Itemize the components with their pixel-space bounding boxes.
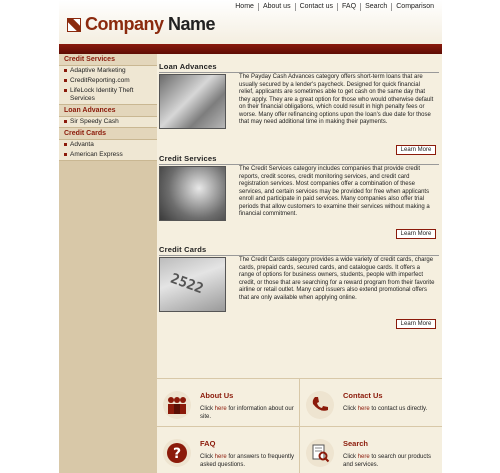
section-text: The Credit Services category includes co… <box>239 166 430 217</box>
section-title[interactable]: Credit Services <box>159 154 439 165</box>
sidebar-category: Loan Advances Sir Speedy Cash <box>59 105 157 128</box>
contact-us-box: Contact Us Click here to contact us dire… <box>300 379 440 426</box>
section-credit-cards: Credit Cards 2522 The Credit Cards categ… <box>159 245 439 335</box>
section-text: The Payday Cash Advances category offers… <box>239 74 434 125</box>
about-us-box: About Us Click here for information abou… <box>157 379 297 426</box>
money-image <box>159 74 226 129</box>
section-loan-advances: Loan Advances The Payday Cash Advances c… <box>159 62 439 155</box>
logo-name: Name <box>163 14 216 34</box>
learn-more-button[interactable]: Learn More <box>396 229 436 239</box>
sidebar-item[interactable]: Adaptive Marketing <box>59 66 157 76</box>
header: Company Name Home About us Contact us FA… <box>59 0 442 44</box>
card-digits: 2522 <box>168 270 206 298</box>
here-link[interactable]: here <box>215 454 227 460</box>
sidebar-item[interactable]: Sir Speedy Cash <box>59 117 157 127</box>
box-text: Click here to contact us directly. <box>343 406 438 414</box>
sidebar-category: Credit Cards Advanta American Express <box>59 128 157 161</box>
sidebar-item[interactable]: Advanta <box>59 140 157 150</box>
sidebar-category-title[interactable]: Credit Services <box>59 54 157 66</box>
top-nav: Home About us Contact us FAQ Search Comp… <box>231 3 438 11</box>
header-band <box>59 44 442 54</box>
box-text-pre: Click <box>343 454 358 460</box>
question-icon: ? <box>163 439 191 467</box>
sidebar-category-title[interactable]: Credit Cards <box>59 128 157 140</box>
faq-box: ? FAQ Click here for answers to frequent… <box>157 427 297 473</box>
box-title[interactable]: Search <box>343 439 368 448</box>
people-icon <box>163 391 191 419</box>
here-link[interactable]: here <box>215 406 227 412</box>
card-hand-image <box>159 166 226 221</box>
nav-search[interactable]: Search <box>360 3 391 11</box>
main-content: Loan Advances The Payday Cash Advances c… <box>157 54 442 378</box>
box-title[interactable]: About Us <box>200 391 233 400</box>
svg-text:?: ? <box>173 446 181 462</box>
phone-icon <box>306 391 334 419</box>
nav-faq[interactable]: FAQ <box>337 3 360 11</box>
box-text-pre: Click <box>200 406 215 412</box>
box-title[interactable]: Contact Us <box>343 391 383 400</box>
logo-company: Company <box>85 14 164 34</box>
nav-contact-us[interactable]: Contact us <box>294 3 337 11</box>
here-link[interactable]: here <box>358 454 370 460</box>
box-text-post: to contact us directly. <box>369 406 428 412</box>
logo[interactable]: Company Name <box>67 14 216 35</box>
nav-about-us[interactable]: About us <box>257 3 295 11</box>
box-text: Click here to search our products and se… <box>343 454 438 469</box>
here-link[interactable]: here <box>358 406 370 412</box>
section-title[interactable]: Loan Advances <box>159 62 439 73</box>
sidebar-item[interactable]: CreditReporting.com <box>59 76 157 86</box>
nav-comparison[interactable]: Comparison <box>391 3 438 11</box>
box-title[interactable]: FAQ <box>200 439 215 448</box>
box-text-pre: Click <box>343 406 358 412</box>
bottom-links: About Us Click here for information abou… <box>157 378 442 473</box>
credit-card-image: 2522 <box>159 257 226 312</box>
sidebar-item[interactable]: American Express <box>59 150 157 160</box>
learn-more-button[interactable]: Learn More <box>396 319 436 329</box>
section-text: The Credit Cards category provides a wid… <box>239 257 435 301</box>
box-text-pre: Click <box>200 454 215 460</box>
box-text: Click here for information about our sit… <box>200 406 295 421</box>
sidebar-category-title[interactable]: Loan Advances <box>59 105 157 117</box>
section-credit-services: Credit Services The Credit Services cate… <box>159 154 439 239</box>
nav-home[interactable]: Home <box>231 3 258 11</box>
logo-text: Company Name <box>85 14 216 35</box>
section-title[interactable]: Credit Cards <box>159 245 439 256</box>
document-search-icon <box>306 439 334 467</box>
sidebar-item[interactable]: LifeLock Identity Theft Services <box>59 86 157 104</box>
sidebar-category: Credit Services Adaptive Marketing Credi… <box>59 54 157 105</box>
sidebar: Credit Services Adaptive Marketing Credi… <box>59 54 157 473</box>
logo-mark-icon <box>67 17 81 32</box>
search-box: Search Click here to search our products… <box>300 427 440 473</box>
page: Company Name Home About us Contact us FA… <box>0 0 500 473</box>
box-text: Click here for answers to frequently ask… <box>200 454 295 469</box>
